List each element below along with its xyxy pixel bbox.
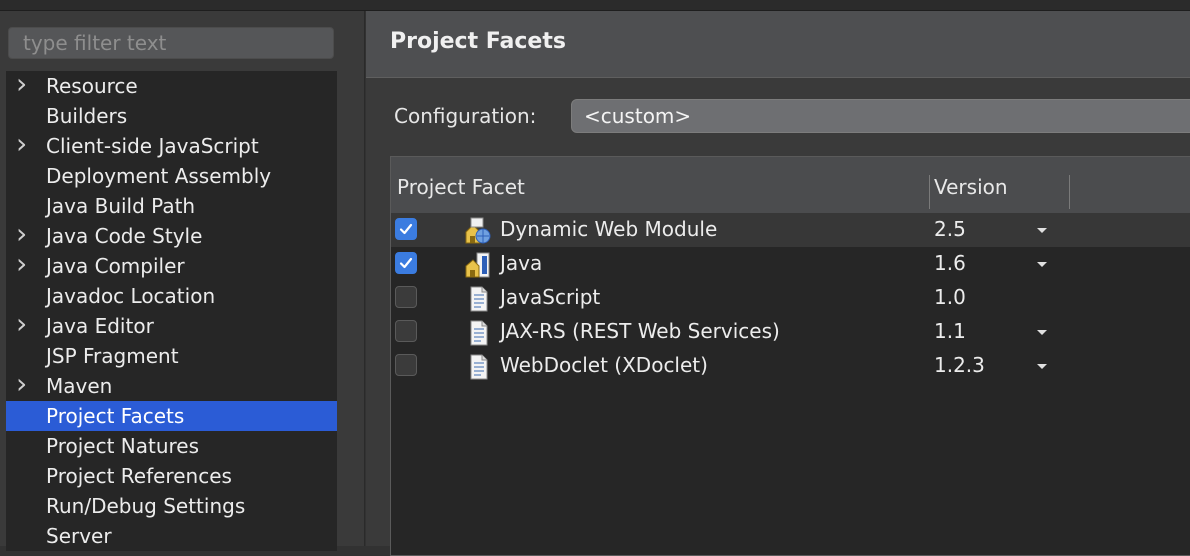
column-separator[interactable] <box>1069 175 1070 209</box>
column-separator[interactable] <box>929 175 930 209</box>
facet-version[interactable]: 1.0 <box>934 285 966 309</box>
chevron-right-icon[interactable]: › <box>16 250 30 281</box>
tree-item[interactable]: Project Natures <box>6 431 337 461</box>
facet-name: JavaScript <box>500 285 601 309</box>
tree-item-label: Client-side JavaScript <box>46 134 259 158</box>
version-dropdown-arrow-icon[interactable] <box>1037 364 1047 369</box>
column-header-version[interactable]: Version <box>934 175 1008 199</box>
filter-input[interactable]: type filter text <box>8 27 334 59</box>
tree-item[interactable]: › Resource <box>6 71 337 101</box>
facet-name: WebDoclet (XDoclet) <box>500 353 708 377</box>
tree-item-label: Resource <box>46 74 138 98</box>
facet-checkbox[interactable] <box>395 320 417 342</box>
tree-item-label: Server <box>46 524 112 548</box>
tree-item[interactable]: Javadoc Location <box>6 281 337 311</box>
tree-item-label: Builders <box>46 104 128 128</box>
project-facets-page: Project Facets Configuration: <custom> P… <box>366 11 1190 556</box>
page-header: Project Facets <box>366 11 1190 78</box>
facet-name: JAX-RS (REST Web Services) <box>500 319 780 343</box>
tree-item-label: Java Code Style <box>46 224 203 248</box>
property-tree: › Resource Builders › Client-side JavaScript… <box>6 71 337 551</box>
property-navigation-panel: type filter text › Resource Builders › Clien… <box>0 11 345 551</box>
facet-row[interactable]: JavaScript 1.0 <box>391 281 1190 315</box>
document-icon <box>463 318 493 348</box>
window-top-bar <box>0 0 1190 11</box>
splitter-line <box>364 11 365 546</box>
tree-item-label: Java Build Path <box>46 194 196 218</box>
tree-item-label: Project Natures <box>46 434 200 458</box>
chevron-right-icon[interactable]: › <box>16 310 30 341</box>
tree-item-label: Java Compiler <box>46 254 185 278</box>
tree-item-label: Deployment Assembly <box>46 164 272 188</box>
document-icon <box>463 284 493 314</box>
tree-item[interactable]: Run/Debug Settings <box>6 491 337 521</box>
chevron-right-icon[interactable]: › <box>16 370 30 401</box>
facet-row[interactable]: WebDoclet (XDoclet) 1.2.3 <box>391 349 1190 383</box>
web-module-icon <box>463 216 493 246</box>
tree-item[interactable]: Project Facets <box>6 401 337 431</box>
table-header: Project Facet Version <box>391 157 1190 213</box>
facet-checkbox[interactable] <box>395 252 417 274</box>
version-dropdown-arrow-icon[interactable] <box>1037 330 1047 335</box>
tree-item[interactable]: › Maven <box>6 370 337 401</box>
facet-version[interactable]: 1.1 <box>934 319 966 343</box>
facet-row[interactable]: Java 1.6 <box>391 247 1190 281</box>
tree-item-label: Project Facets <box>46 404 185 428</box>
facet-checkbox[interactable] <box>395 286 417 308</box>
facet-version[interactable]: 1.2.3 <box>934 353 985 377</box>
tree-item[interactable]: Project References <box>6 461 337 491</box>
column-header-facet[interactable]: Project Facet <box>397 175 525 199</box>
tree-item[interactable]: Deployment Assembly <box>6 161 337 191</box>
version-dropdown-arrow-icon[interactable] <box>1037 262 1047 267</box>
tree-item-label: Project References <box>46 464 232 488</box>
tree-item[interactable]: › Java Compiler <box>6 250 337 281</box>
facet-row[interactable]: Dynamic Web Module 2.5 <box>391 213 1190 247</box>
tree-item-label: Java Editor <box>46 314 154 338</box>
facet-checkbox[interactable] <box>395 218 417 240</box>
facet-version[interactable]: 1.6 <box>934 251 966 275</box>
tree-item[interactable]: JSP Fragment <box>6 341 337 371</box>
facet-name: Dynamic Web Module <box>500 217 718 241</box>
panel-splitter[interactable] <box>345 11 365 546</box>
facets-table: Project Facet Version Dynamic Web Module… <box>390 156 1190 556</box>
tree-item-label: Run/Debug Settings <box>46 494 246 518</box>
tree-item[interactable]: › Java Editor <box>6 310 337 341</box>
tree-item[interactable]: › Java Code Style <box>6 220 337 251</box>
facet-checkbox[interactable] <box>395 354 417 376</box>
facet-version[interactable]: 2.5 <box>934 217 966 241</box>
version-dropdown-arrow-icon[interactable] <box>1037 228 1047 233</box>
document-icon <box>463 352 493 382</box>
tree-item-label: Maven <box>46 374 113 398</box>
tree-item[interactable]: Java Build Path <box>6 191 337 221</box>
chevron-right-icon[interactable]: › <box>16 130 30 161</box>
facet-name: Java <box>500 251 543 275</box>
java-facet-icon <box>463 250 493 280</box>
tree-item[interactable]: › Client-side JavaScript <box>6 130 337 161</box>
page-title: Project Facets <box>390 29 566 54</box>
tree-item-label: JSP Fragment <box>46 344 179 368</box>
facet-row[interactable]: JAX-RS (REST Web Services) 1.1 <box>391 315 1190 349</box>
chevron-right-icon[interactable]: › <box>16 71 30 101</box>
configuration-select[interactable]: <custom> <box>571 99 1190 133</box>
tree-item[interactable]: Server <box>6 521 337 551</box>
tree-item-label: Javadoc Location <box>46 284 216 308</box>
configuration-label: Configuration: <box>394 104 537 128</box>
tree-item[interactable]: Builders <box>6 101 337 131</box>
